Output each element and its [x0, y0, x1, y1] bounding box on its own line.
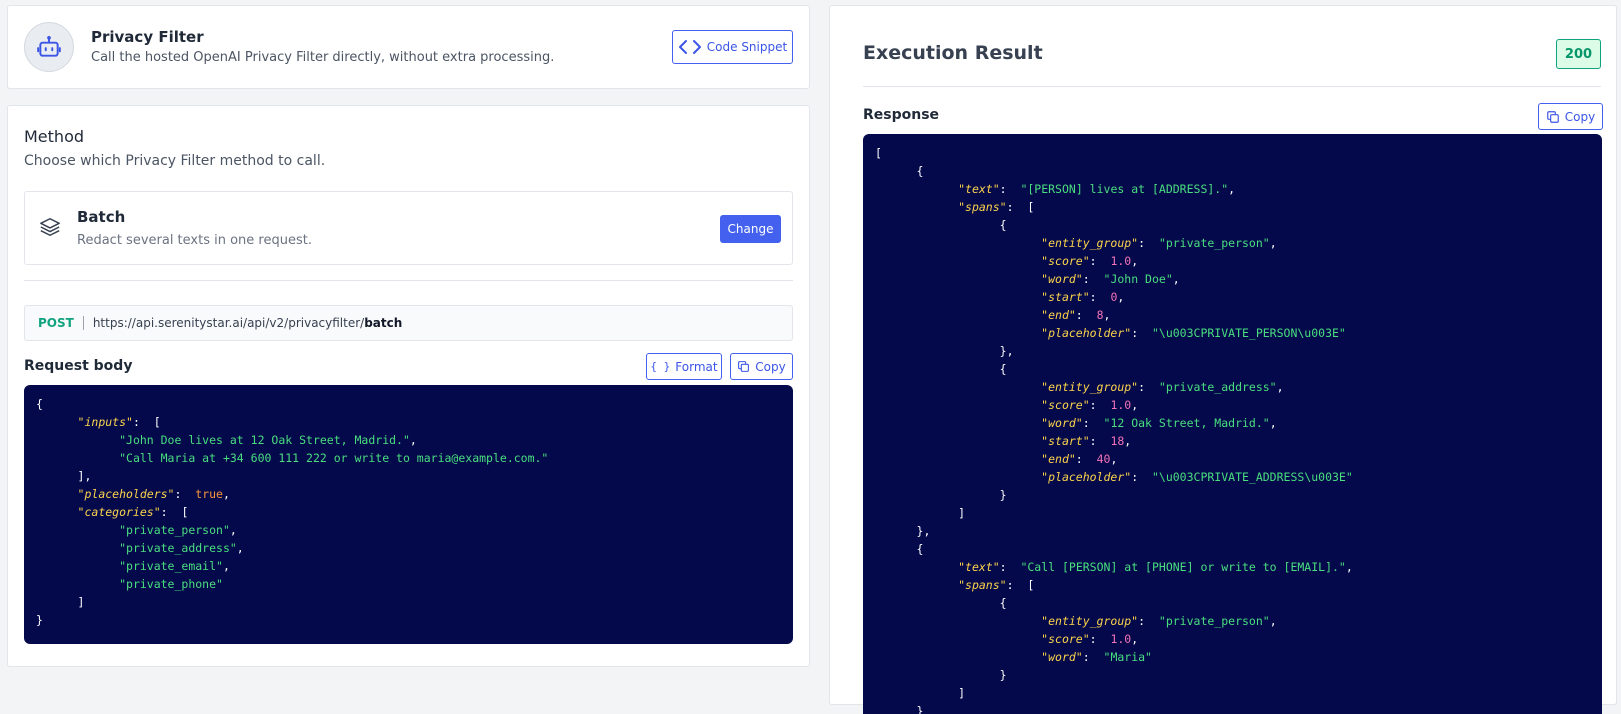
method-title: Method — [24, 127, 85, 146]
url-path: batch — [364, 316, 403, 330]
layers-icon — [40, 218, 60, 236]
copy-label: Copy — [755, 359, 786, 374]
code-snippet-label: Code Snippet — [706, 40, 788, 54]
robot-icon — [37, 35, 61, 57]
method-subtitle: Choose which Privacy Filter method to ca… — [24, 153, 326, 169]
copy-label: Copy — [1564, 109, 1596, 124]
braces-icon: { } — [650, 360, 671, 373]
result-panel: Execution Result 200 Response Copy [ { "… — [829, 5, 1617, 714]
copy-icon — [738, 361, 750, 372]
selected-method-box: Batch Redact several texts in one reques… — [24, 191, 793, 265]
method-card: Method Choose which Privacy Filter metho… — [7, 105, 810, 667]
bot-avatar — [24, 22, 74, 72]
url-base: https://api.serenitystar.ai/api/v2/priva… — [92, 316, 365, 330]
method-description: Redact several texts in one request. — [77, 233, 312, 248]
url-separator — [82, 316, 84, 330]
format-label: Format — [675, 359, 718, 374]
code-icon — [678, 40, 701, 54]
page-title: Privacy Filter — [91, 28, 204, 46]
copy-request-button[interactable]: Copy — [730, 353, 793, 380]
response-viewer: [ { "text": "[PERSON] lives at [ADDRESS]… — [863, 134, 1602, 714]
header-card: Privacy Filter Call the hosted OpenAI Pr… — [7, 5, 810, 89]
response-title: Response — [863, 107, 940, 123]
request-body-editor[interactable]: { "inputs": [ "John Doe lives at 12 Oak … — [24, 385, 793, 644]
left-panel: Privacy Filter Call the hosted OpenAI Pr… — [7, 5, 810, 667]
endpoint-url: POST https://api.serenitystar.ai/api/v2/… — [24, 305, 793, 341]
divider — [863, 86, 1601, 87]
page-subtitle: Call the hosted OpenAI Privacy Filter di… — [91, 50, 555, 65]
status-badge: 200 — [1556, 39, 1601, 69]
change-method-button[interactable]: Change — [720, 215, 781, 243]
method-name: Batch — [77, 208, 126, 226]
execution-result-title: Execution Result — [863, 42, 1043, 64]
copy-response-button[interactable]: Copy — [1538, 103, 1603, 130]
code-snippet-button[interactable]: Code Snippet — [672, 30, 793, 64]
http-verb: POST — [38, 316, 74, 330]
request-body-title: Request body — [24, 358, 133, 374]
copy-icon — [1546, 110, 1559, 123]
divider — [24, 280, 793, 281]
format-button[interactable]: { } Format — [646, 353, 722, 380]
